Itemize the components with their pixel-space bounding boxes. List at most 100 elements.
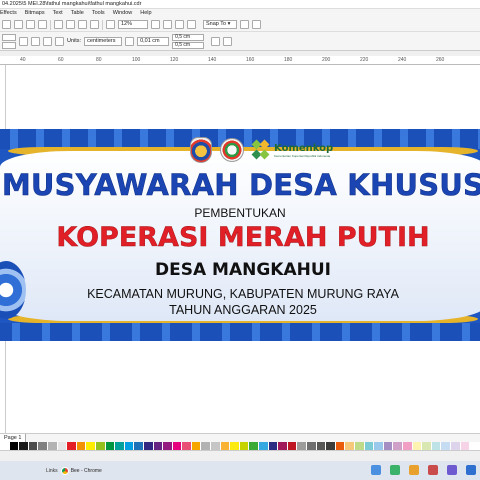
palette-swatch[interactable]: [95, 442, 106, 450]
snap-to-dropdown[interactable]: Snap To ▾: [203, 20, 237, 29]
settings-icon[interactable]: [240, 20, 249, 29]
palette-swatch[interactable]: [460, 442, 471, 450]
palette-swatch[interactable]: [470, 442, 480, 450]
palette-swatch[interactable]: [9, 442, 20, 450]
palette-swatch[interactable]: [105, 442, 116, 450]
palette-swatch[interactable]: [19, 442, 29, 450]
palette-swatch[interactable]: [57, 442, 68, 450]
palette-swatch[interactable]: [450, 442, 461, 450]
palette-swatch[interactable]: [67, 442, 77, 450]
palette-swatch[interactable]: [278, 442, 288, 450]
palette-swatch[interactable]: [143, 442, 154, 450]
menu-table[interactable]: Table: [71, 9, 84, 18]
view-icon[interactable]: [163, 20, 172, 29]
menu-help[interactable]: Help: [140, 9, 151, 18]
palette-swatch[interactable]: [364, 442, 375, 450]
palette-swatch[interactable]: [431, 442, 442, 450]
palette-swatch[interactable]: [412, 442, 423, 450]
palette-swatch[interactable]: [28, 442, 39, 450]
units-label: Units:: [67, 38, 82, 44]
palette-swatch[interactable]: [115, 442, 125, 450]
zoom-level-select[interactable]: 12%: [118, 20, 148, 29]
palette-swatch[interactable]: [249, 442, 260, 450]
drawing-canvas[interactable]: Komenkop Kementerian Koperasi Republik I…: [0, 65, 480, 433]
palette-swatch[interactable]: [0, 442, 10, 450]
taskbar-app-icon[interactable]: [371, 465, 381, 475]
current-page-icon[interactable]: [55, 36, 64, 46]
taskbar-app-icon[interactable]: [447, 465, 457, 475]
horizontal-ruler[interactable]: 40 60 80 100 120 140 160 180 200 220 240…: [0, 56, 480, 65]
duplicate-y-field[interactable]: 0,5 cm: [172, 41, 205, 49]
palette-swatch[interactable]: [172, 442, 183, 450]
taskbar-app-icon[interactable]: [428, 465, 438, 475]
palette-swatch[interactable]: [239, 442, 250, 450]
print-icon[interactable]: [38, 20, 47, 29]
undo-icon[interactable]: [54, 20, 63, 29]
menu-tools[interactable]: Tools: [92, 9, 105, 18]
taskbar-links[interactable]: Links: [46, 468, 58, 474]
palette-swatch[interactable]: [297, 442, 307, 450]
page-height-field[interactable]: [2, 41, 16, 49]
options-icon[interactable]: [223, 36, 233, 46]
taskbar-chrome-button[interactable]: Bee - Chrome: [60, 466, 102, 475]
taskbar-app-icon[interactable]: [466, 465, 476, 475]
import-icon[interactable]: [78, 20, 87, 29]
palette-swatch[interactable]: [307, 442, 317, 450]
grid-icon[interactable]: [175, 20, 184, 29]
banner-artwork[interactable]: Komenkop Kementerian Koperasi Republik I…: [0, 129, 480, 341]
palette-swatch[interactable]: [354, 442, 365, 450]
palette-swatch[interactable]: [47, 442, 58, 450]
palette-swatch[interactable]: [201, 442, 212, 450]
ornament-pattern-bottom: [0, 323, 480, 341]
palette-swatch[interactable]: [441, 442, 451, 450]
landscape-icon[interactable]: [31, 36, 40, 46]
palette-swatch[interactable]: [153, 442, 164, 450]
palette-swatch[interactable]: [76, 442, 87, 450]
palette-swatch[interactable]: [182, 442, 192, 450]
portrait-icon[interactable]: [19, 36, 28, 46]
export-icon[interactable]: [90, 20, 99, 29]
nudge-distance-field[interactable]: 0,01 cm: [137, 36, 170, 46]
palette-swatch[interactable]: [230, 442, 240, 450]
palette-swatch[interactable]: [422, 442, 432, 450]
guidelines-icon[interactable]: [187, 20, 196, 29]
palette-swatch[interactable]: [326, 442, 336, 450]
menu-window[interactable]: Window: [113, 9, 133, 18]
palette-swatch[interactable]: [268, 442, 279, 450]
duplicate-x-field[interactable]: 0,5 cm: [172, 33, 205, 41]
palette-swatch[interactable]: [124, 442, 135, 450]
zoom-dropdown-icon[interactable]: [151, 20, 160, 29]
taskbar-app-icon[interactable]: [390, 465, 400, 475]
palette-swatch[interactable]: [383, 442, 394, 450]
palette-swatch[interactable]: [191, 442, 202, 450]
launch-icon[interactable]: [252, 20, 261, 29]
palette-swatch[interactable]: [220, 442, 231, 450]
palette-swatch[interactable]: [335, 442, 346, 450]
full-screen-icon[interactable]: [106, 20, 115, 29]
taskbar-app-icon[interactable]: [409, 465, 419, 475]
palette-swatch[interactable]: [86, 442, 96, 450]
all-pages-icon[interactable]: [43, 36, 52, 46]
palette-swatch[interactable]: [287, 442, 298, 450]
treat-as-filled-icon[interactable]: [211, 36, 221, 46]
units-select[interactable]: centimeters: [84, 36, 123, 46]
color-palette[interactable]: [0, 442, 480, 450]
menu-text[interactable]: Text: [53, 9, 63, 18]
palette-swatch[interactable]: [316, 442, 327, 450]
menu-bitmaps[interactable]: Bitmaps: [25, 9, 45, 18]
menu-effects[interactable]: Effects: [0, 9, 17, 18]
palette-swatch[interactable]: [402, 442, 413, 450]
page-width-field[interactable]: [2, 33, 16, 41]
palette-swatch[interactable]: [345, 442, 355, 450]
new-icon[interactable]: [2, 20, 11, 29]
redo-icon[interactable]: [66, 20, 75, 29]
palette-swatch[interactable]: [38, 442, 48, 450]
palette-swatch[interactable]: [259, 442, 269, 450]
palette-swatch[interactable]: [163, 442, 173, 450]
palette-swatch[interactable]: [374, 442, 384, 450]
save-icon[interactable]: [26, 20, 35, 29]
palette-swatch[interactable]: [393, 442, 403, 450]
open-icon[interactable]: [14, 20, 23, 29]
palette-swatch[interactable]: [211, 442, 221, 450]
palette-swatch[interactable]: [134, 442, 144, 450]
